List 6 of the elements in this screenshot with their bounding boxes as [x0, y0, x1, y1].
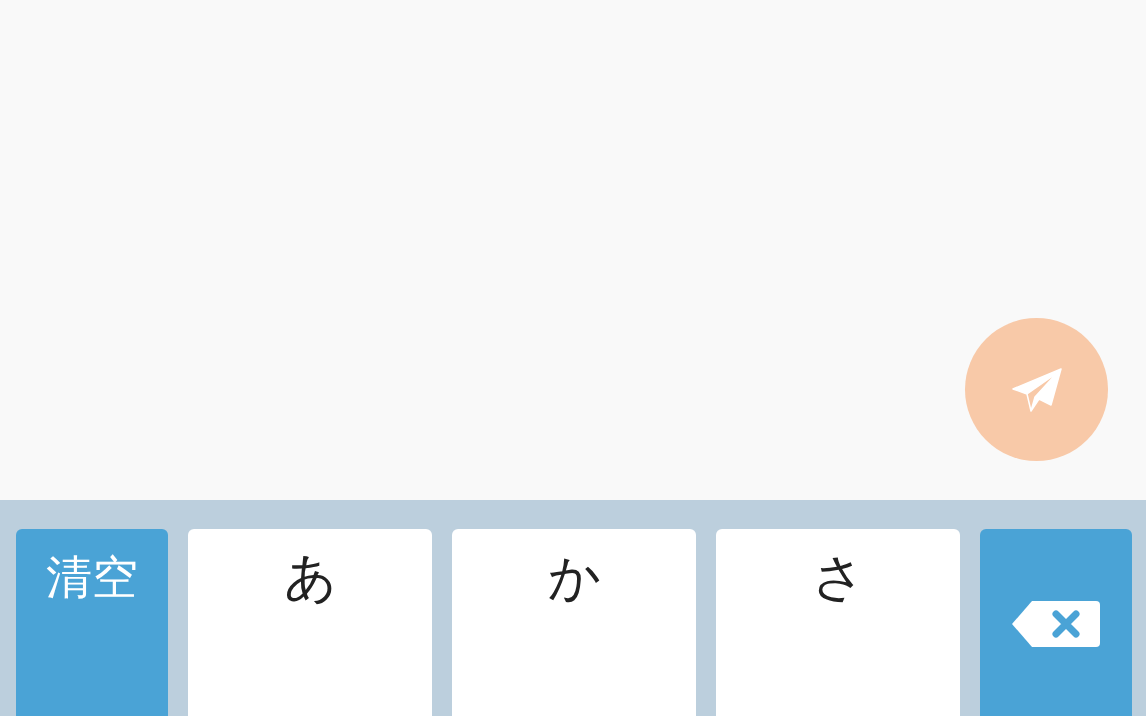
kana-key[interactable]: あ [188, 529, 432, 716]
paper-plane-icon [1010, 366, 1063, 413]
backspace-icon [1010, 599, 1102, 649]
kana-key[interactable]: か [452, 529, 696, 716]
backspace-key[interactable] [980, 529, 1132, 716]
kana-key[interactable]: さ [716, 529, 960, 716]
